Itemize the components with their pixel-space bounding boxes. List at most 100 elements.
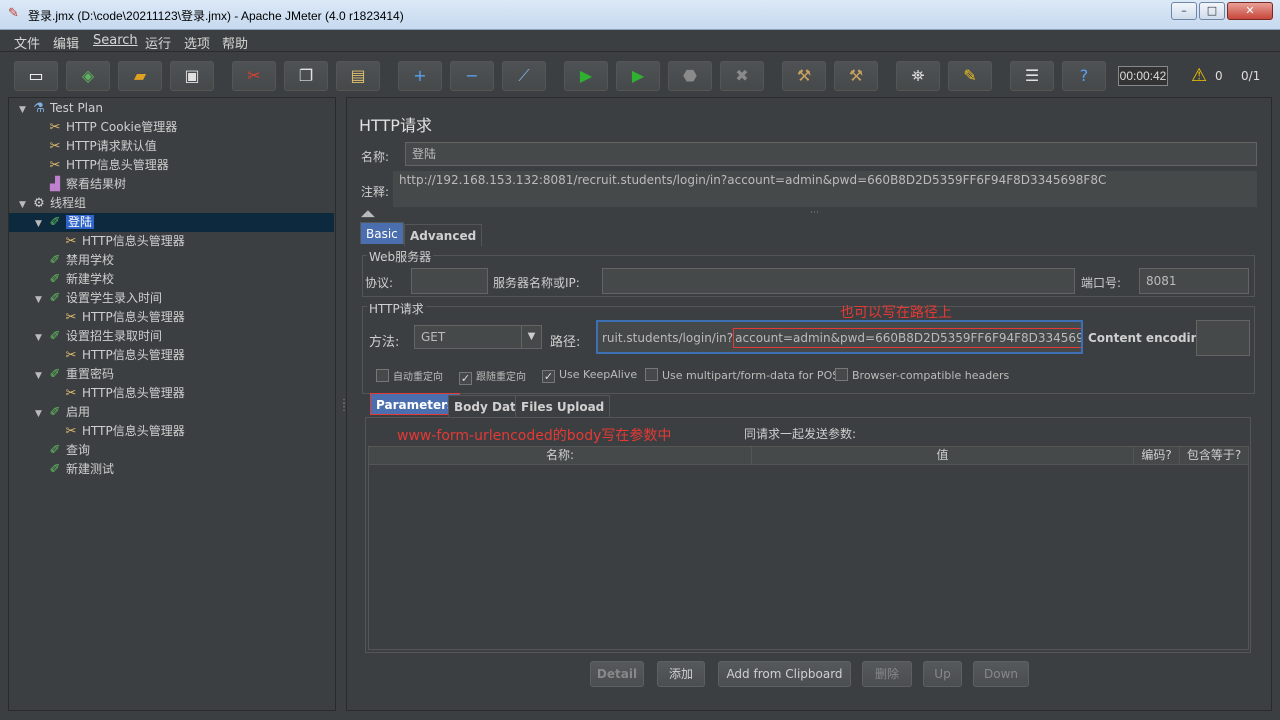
stop-button[interactable]: ⬣ xyxy=(668,61,712,91)
panel-title: HTTP请求 xyxy=(359,116,432,135)
copy-button[interactable]: ❐ xyxy=(284,61,328,91)
start-button[interactable]: ▶ xyxy=(564,61,608,91)
menu-options[interactable]: 选项 xyxy=(184,33,210,52)
auto-redirect-checkbox[interactable]: 自动重定向 xyxy=(376,368,443,383)
server-field[interactable] xyxy=(602,268,1075,294)
tree-node[interactable]: ▼ ✐ 设置学生录入时间 xyxy=(35,289,162,308)
tab-parameters[interactable]: Parameters xyxy=(370,393,461,415)
tab-advanced[interactable]: Advanced xyxy=(404,224,483,246)
browser-compatible-checkbox[interactable]: Browser-compatible headers xyxy=(835,368,1009,382)
checkbox-box[interactable] xyxy=(835,368,848,381)
tree-node[interactable]: ✐ 新建学校 xyxy=(35,270,114,289)
content-encoding-label: Content encoding: xyxy=(1088,331,1213,345)
add-button[interactable]: 添加 xyxy=(657,661,705,687)
expand-toggle-icon[interactable]: ▼ xyxy=(35,367,47,386)
close-button[interactable]: ✕ xyxy=(1227,2,1273,20)
tree-node[interactable]: ▼ ⚗ Test Plan xyxy=(19,99,103,118)
menu-run[interactable]: 运行 xyxy=(145,33,171,52)
chevron-down-icon[interactable]: ▼ xyxy=(521,326,541,348)
chart-icon: ▟ xyxy=(50,177,60,192)
maximize-button[interactable]: □ xyxy=(1199,2,1225,20)
tree-node[interactable]: ✐ 禁用学校 xyxy=(35,251,114,270)
delete-button[interactable]: 删除 xyxy=(862,661,912,687)
divider-grip-icon[interactable]: ⋯ xyxy=(810,209,819,218)
expand-button[interactable]: + xyxy=(398,61,442,91)
path-field[interactable]: ruit.students/login/in? account=admin&pwd… xyxy=(596,320,1083,354)
reset-search-button[interactable]: ✎ xyxy=(948,61,992,91)
tab-basic[interactable]: Basic xyxy=(360,222,404,244)
expand-toggle-icon[interactable]: ▼ xyxy=(35,215,47,234)
shutdown-button[interactable]: ✖ xyxy=(720,61,764,91)
expand-toggle-icon[interactable]: ▼ xyxy=(35,405,47,424)
checkbox-box[interactable] xyxy=(376,369,389,382)
save-button[interactable]: ▣ xyxy=(170,61,214,91)
multipart-checkbox[interactable]: Use multipart/form-data for POST xyxy=(645,368,846,382)
expand-toggle-icon[interactable]: ▼ xyxy=(19,101,31,120)
tree-node-label: HTTP信息头管理器 xyxy=(82,386,185,400)
expand-toggle-icon[interactable]: ▼ xyxy=(35,291,47,310)
tree-node[interactable]: ✂ HTTP信息头管理器 xyxy=(35,156,169,175)
checkbox-box[interactable]: ✓ xyxy=(542,370,555,383)
column-name[interactable]: 名称: xyxy=(369,447,752,464)
warning-icon[interactable]: ⚠ xyxy=(1191,66,1207,86)
tree-node[interactable]: ▼ ✐ 启用 xyxy=(35,403,90,422)
menu-help[interactable]: 帮助 xyxy=(222,33,248,52)
start-no-pause-button[interactable]: ▶ xyxy=(616,61,660,91)
checkbox-box[interactable]: ✓ xyxy=(459,372,472,385)
tab-files-upload[interactable]: Files Upload xyxy=(515,395,611,417)
comment-field[interactable]: http://192.168.153.132:8081/recruit.stud… xyxy=(393,171,1257,207)
tree-node[interactable]: ✂ HTTP Cookie管理器 xyxy=(35,118,178,137)
down-button[interactable]: Down xyxy=(973,661,1029,687)
jmeter-window: ✎ 登录.jmx (D:\code\20211123\登录.jmx) - Apa… xyxy=(0,0,1280,720)
method-select[interactable]: GET ▼ xyxy=(414,325,542,349)
column-encode[interactable]: 编码? xyxy=(1134,447,1180,464)
tree-node[interactable]: ▼ ⚙ 线程组 xyxy=(19,194,86,213)
minimize-button[interactable]: – xyxy=(1171,2,1197,20)
tree-node[interactable]: ✂ HTTP请求默认值 xyxy=(35,137,157,156)
clear-all-button[interactable]: ⚒ xyxy=(834,61,878,91)
expand-toggle-icon[interactable]: ▼ xyxy=(35,329,47,348)
column-value[interactable]: 值 xyxy=(752,447,1134,464)
keepalive-checkbox[interactable]: ✓ Use KeepAlive xyxy=(542,368,637,383)
up-button[interactable]: Up xyxy=(923,661,962,687)
collapse-button[interactable]: − xyxy=(450,61,494,91)
parameters-table[interactable]: 名称: 值 编码? 包含等于? xyxy=(368,446,1249,650)
tree-node[interactable]: ✂ HTTP信息头管理器 xyxy=(51,384,185,403)
detail-button[interactable]: Detail xyxy=(590,661,644,687)
open-button[interactable]: ▰ xyxy=(118,61,162,91)
menu-file[interactable]: 文件 xyxy=(14,33,40,52)
tree-node[interactable]: ✐ 查询 xyxy=(35,441,90,460)
test-plan-tree[interactable]: ▼ ⚗ Test Plan ✂ HTTP Cookie管理器 ✂ HTTP请求默认值 ✂ HTT… xyxy=(8,97,336,711)
add-from-clipboard-button[interactable]: Add from Clipboard xyxy=(718,661,851,687)
protocol-field[interactable] xyxy=(411,268,488,294)
tree-node[interactable]: ✂ HTTP信息头管理器 xyxy=(51,346,185,365)
clear-button[interactable]: ⚒ xyxy=(782,61,826,91)
tree-node[interactable]: ✂ HTTP信息头管理器 xyxy=(51,422,185,441)
column-include-equals[interactable]: 包含等于? xyxy=(1180,447,1248,464)
collapse-arrows-icon[interactable]: ◢◣ xyxy=(361,210,375,219)
paste-button[interactable]: ▤ xyxy=(336,61,380,91)
tree-node[interactable]: ▼ ✐ 重置密码 xyxy=(35,365,114,384)
follow-redirect-checkbox[interactable]: ✓ 跟随重定向 xyxy=(459,368,526,385)
tree-node[interactable]: ✐ 新建测试 xyxy=(35,460,114,479)
new-button[interactable]: ▭ xyxy=(14,61,58,91)
shutdown-icon: ✖ xyxy=(735,66,749,85)
help-button[interactable]: ? xyxy=(1062,61,1106,91)
tree-node[interactable]: ✂ HTTP信息头管理器 xyxy=(51,232,185,251)
menu-edit[interactable]: 编辑 xyxy=(53,33,79,52)
toggle-button[interactable]: ⟋ xyxy=(502,61,546,91)
port-field[interactable]: 8081 xyxy=(1139,268,1249,294)
panel-splitter[interactable]: ⋮ ⋮ xyxy=(337,97,349,711)
cut-button[interactable]: ✂ xyxy=(232,61,276,91)
templates-button[interactable]: ◈ xyxy=(66,61,110,91)
tree-node[interactable]: ▟ 察看结果树 xyxy=(35,175,126,194)
tree-node[interactable]: ✂ HTTP信息头管理器 xyxy=(51,308,185,327)
tree-node[interactable]: ▼ ✐ 登陆 xyxy=(9,213,334,232)
checkbox-box[interactable] xyxy=(645,368,658,381)
name-field[interactable]: 登陆 xyxy=(405,142,1257,166)
tree-node[interactable]: ▼ ✐ 设置招生录取时间 xyxy=(35,327,162,346)
search-button[interactable]: ⛯ xyxy=(896,61,940,91)
function-helper-button[interactable]: ☰ xyxy=(1010,61,1054,91)
content-encoding-field[interactable] xyxy=(1196,320,1250,356)
menu-search[interactable]: Search xyxy=(93,33,138,48)
